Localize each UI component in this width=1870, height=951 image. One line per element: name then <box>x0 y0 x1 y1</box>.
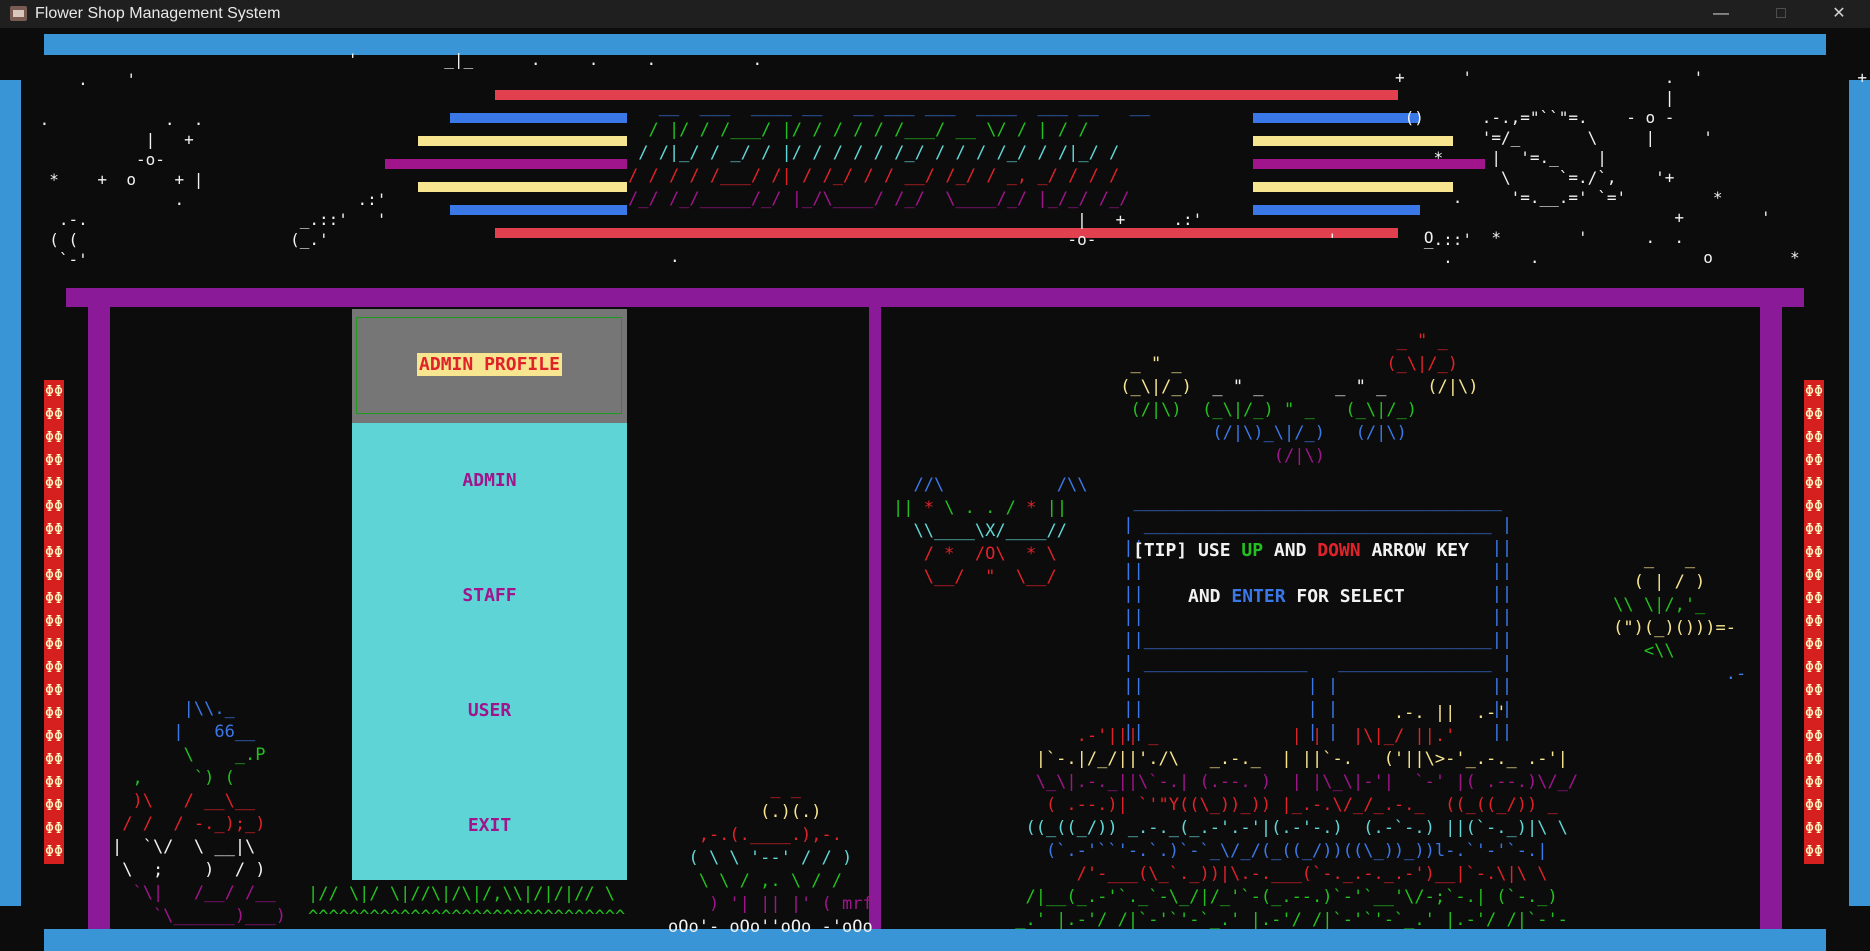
bottom-blue-bar <box>44 929 1826 951</box>
frame-top <box>66 288 1804 307</box>
app-icon <box>10 6 27 21</box>
ornament-column-right: ΦΦ ΦΦ ΦΦ ΦΦ ΦΦ ΦΦ ΦΦ ΦΦ ΦΦ ΦΦ ΦΦ ΦΦ ΦΦ ΦΦ ΦΦ ΦΦ ΦΦ ΦΦ ΦΦ ΦΦ… <box>1804 380 1824 864</box>
rabbit-art: |\\._ | 66__ \ _.P , `) ( )\ / __\__ / /… <box>112 699 286 926</box>
tip-line-2: AND ENTER FOR SELECT <box>1188 586 1405 607</box>
frame-left <box>88 288 110 929</box>
title-bar: Flower Shop Management System — □ ✕ <box>0 0 1870 28</box>
tip-line-1: [TIP] USE UP AND DOWN ARROW KEY <box>1133 540 1469 561</box>
star-field-left: ' _|_ . . . . . ' . . . | + -o- * + o + … <box>39 50 763 269</box>
menu-item-user[interactable]: USER <box>352 700 627 721</box>
minimize-button[interactable]: — <box>1698 0 1744 28</box>
grass-art: |// \|/ \|//\|/\|/,\\|/|/|// \ ^^^^^^^^^… <box>308 884 626 927</box>
close-button[interactable]: ✕ <box>1816 0 1862 28</box>
ornament-column-left: ΦΦ ΦΦ ΦΦ ΦΦ ΦΦ ΦΦ ΦΦ ΦΦ ΦΦ ΦΦ ΦΦ ΦΦ ΦΦ ΦΦ ΦΦ ΦΦ ΦΦ ΦΦ ΦΦ ΦΦ… <box>44 380 64 864</box>
star-dot: . <box>670 247 680 266</box>
pot-art: _ _ (.)(.) ,-.(.____.),-. ( \ \ '--' / /… <box>668 779 873 937</box>
menu-item-admin[interactable]: ADMIN <box>352 470 627 491</box>
flower-bed-art: .-. || .-' .-'||| _ | | |\|_/ ||.' |`-.|… <box>1005 703 1579 930</box>
basket-art: //\ /\\ || * \ . . / * || \\____\X/____/… <box>893 475 1088 587</box>
menu-item-admin-profile[interactable]: ADMIN PROFILE <box>352 353 627 376</box>
frame-right <box>1760 288 1782 929</box>
flowers-art: _ " _ _ " _ (_\|/_) (_\|/_) _ " _ _ " _ … <box>1110 331 1479 466</box>
star-field-right: + ' . ' + | () .-.,="``"=. - o - '=/_ \ … <box>1395 68 1868 267</box>
window-title: Flower Shop Management System <box>35 5 281 22</box>
left-blue-bar <box>0 80 21 906</box>
console-area: __ ___ ____ __ __ ___ ___ ____ ___ __ __… <box>0 28 1870 951</box>
menu-item-staff[interactable]: STAFF <box>352 585 627 606</box>
bee-art: _ _ ( | / ) \\ \|/,'_ (")(_)()))=- <\\ .… <box>1562 549 1747 684</box>
menu-item-exit[interactable]: EXIT <box>352 815 627 836</box>
maximize-button[interactable]: □ <box>1758 0 1804 28</box>
